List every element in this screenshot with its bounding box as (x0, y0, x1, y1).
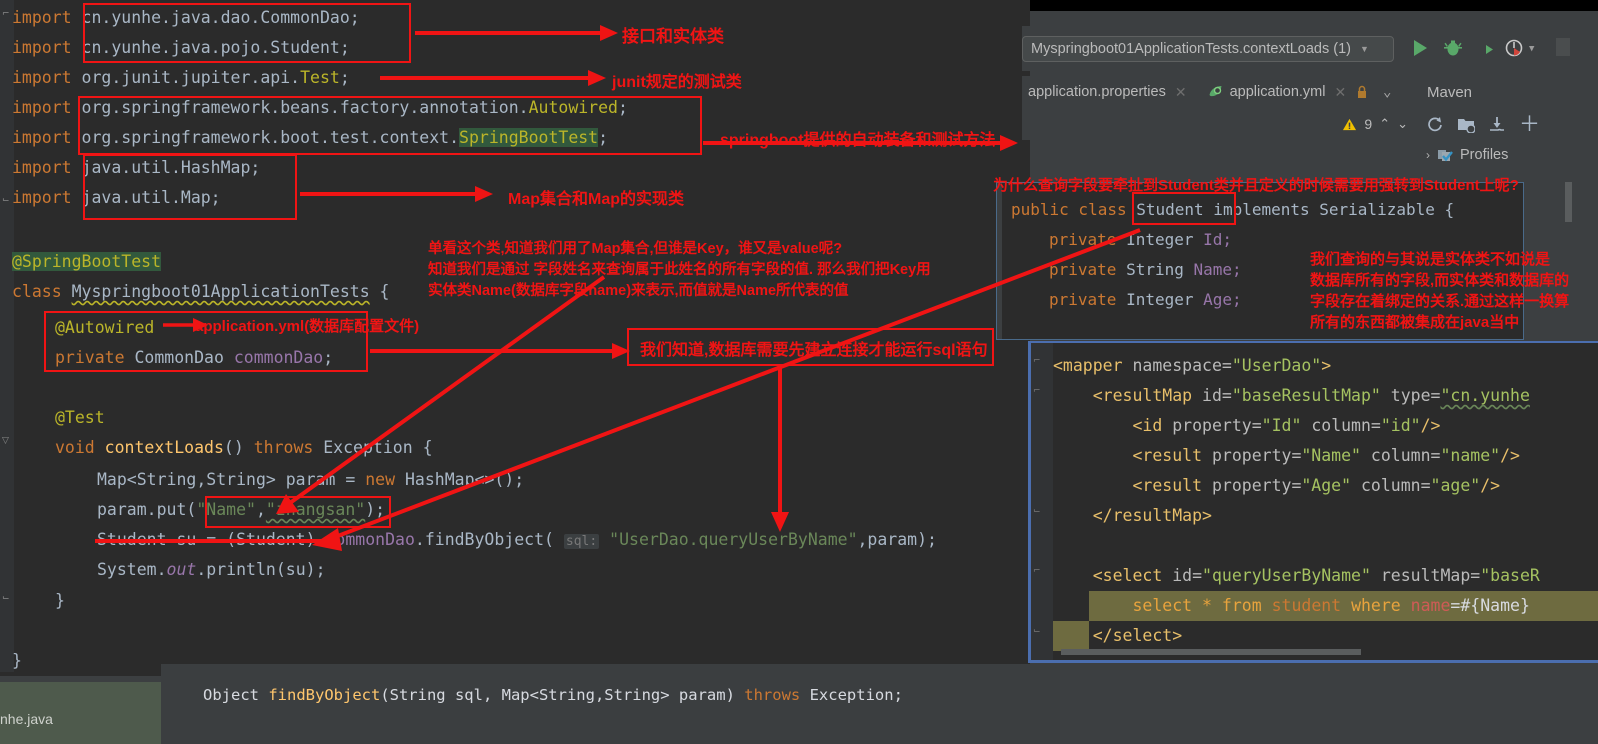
profiles-label: Profiles (1460, 147, 1509, 163)
editor-warning-bar: 9 ⌃ ⌄ (1022, 108, 1416, 140)
profiles-icon (1438, 150, 1453, 162)
status-file-panel: nhe.java (0, 676, 165, 744)
tooltip-signature: Object findByObject(String sql, Map<Stri… (203, 686, 903, 704)
mapper-horizontal-scrollbar[interactable] (1061, 649, 1361, 655)
fold-arrow-select[interactable]: ⌐ (1033, 567, 1042, 576)
mapper-xml-editor[interactable]: ⌐ ⌐ ⌙ ⌐ ⌙ <mapper namespace="UserDao"> <… (1028, 341, 1598, 663)
import-line-4: import org.springframework.boot.test.con… (12, 128, 609, 147)
tab-application-yml[interactable]: application.yml ✕ (1201, 76, 1353, 108)
fold-arrow-resultmap-end[interactable]: ⌙ (1033, 507, 1042, 516)
reload-all-maven-projects-icon[interactable] (1426, 115, 1444, 133)
annotation-autowired: @Autowired (55, 318, 155, 337)
close-icon[interactable]: ✕ (1335, 84, 1347, 101)
fold-arrow-imports-end[interactable]: ⌙ (2, 196, 11, 205)
run-with-coverage-button[interactable] (1473, 36, 1497, 60)
method-close-brace: } (55, 591, 65, 610)
mapper-line-1: <resultMap id="baseResultMap" type="cn.y… (1092, 386, 1530, 405)
map-declaration-line: Map<String,String> param = new HashMap<>… (97, 470, 525, 489)
import-line-1: import cn.yunhe.java.pojo.Student; (12, 38, 350, 57)
maven-title-label: Maven (1427, 83, 1473, 101)
mapper-line-2: <id property="Id" column="id"/> (1132, 416, 1441, 435)
class-declaration-line: class Myspringboot01ApplicationTests { (12, 282, 390, 301)
method-signature-tooltip: Object findByObject(String sql, Map<Stri… (161, 664, 1060, 744)
maven-profiles-row[interactable]: › Profiles (1416, 140, 1598, 170)
run-configuration-selector[interactable]: Myspringboot01ApplicationTests.contextLo… (1022, 36, 1394, 62)
maven-toolbar: ＋ (1416, 108, 1598, 140)
panel-divider (0, 676, 165, 682)
annotation-test: @Test (55, 408, 105, 427)
add-maven-project-icon[interactable] (1457, 115, 1475, 133)
tab-overflow-chevron-down-icon[interactable]: ⌄ (1383, 84, 1391, 100)
import-line-2: import org.junit.jupiter.api.Test; (12, 68, 350, 87)
import-line-0: import cn.yunhe.java.dao.CommonDao; (12, 8, 360, 27)
more-toolbar-button[interactable] (1556, 38, 1570, 56)
student-field-name: private String Name; (1049, 260, 1242, 279)
download-sources-icon[interactable] (1488, 115, 1506, 133)
expander-chevron-right-icon[interactable]: › (1426, 148, 1430, 162)
findbyobject-call-line: Student su = (Student) commonDao.findByO… (97, 530, 937, 549)
mapper-line-8: select * from student where name=#{Name} (1132, 596, 1530, 615)
run-configuration-label: Myspringboot01ApplicationTests.contextLo… (1031, 41, 1351, 57)
profiler-button[interactable] (1503, 36, 1527, 60)
student-field-id: private Integer Id; (1049, 230, 1233, 249)
previous-warning-icon[interactable]: ⌃ (1379, 116, 1390, 132)
maven-tool-window-title: Maven (1416, 76, 1598, 108)
mapper-line-0: <mapper namespace="UserDao"> (1053, 356, 1332, 375)
profiler-chevron-down-icon[interactable]: ▼ (1529, 44, 1534, 54)
annotation-springboottest: @SpringBootTest (12, 252, 162, 271)
lock-icon[interactable] (1355, 84, 1369, 100)
warning-triangle-icon (1343, 118, 1357, 130)
fold-arrow-select-end[interactable]: ⌙ (1033, 627, 1042, 636)
mapper-line-3: <result property="Name" column="name"/> (1132, 446, 1520, 465)
top-black-strip (1030, 0, 1598, 11)
debug-button[interactable] (1441, 36, 1465, 60)
close-icon[interactable]: ✕ (1175, 84, 1187, 101)
java-editor-pane[interactable]: ⌐ ⌙ ▽ ⌙ import cn.yunhe.java.dao.CommonD… (0, 0, 1030, 672)
mapper-line-5: </resultMap> (1092, 506, 1212, 525)
student-field-age: private Integer Age; (1049, 290, 1242, 309)
student-class-popup: public class Student implements Serializ… (996, 182, 1524, 340)
method-signature-line: void contextLoads() throws Exception { (55, 438, 433, 457)
fold-arrow-method[interactable]: ▽ (2, 437, 11, 446)
mapper-line-4: <result property="Age" column="age"/> (1132, 476, 1501, 495)
field-commondao-line: private CommonDao commonDao; (55, 348, 334, 367)
import-line-5: import java.util.HashMap; (12, 158, 261, 177)
next-warning-icon[interactable]: ⌄ (1397, 116, 1408, 132)
tab-application-properties[interactable]: application.properties ✕ (1022, 76, 1193, 108)
warning-count: 9 (1364, 116, 1373, 132)
import-line-3: import org.springframework.beans.factory… (12, 98, 628, 117)
tab-label: application.yml (1229, 84, 1326, 100)
chevron-down-icon[interactable]: ▼ (1360, 44, 1369, 54)
import-line-6: import java.util.Map; (12, 188, 221, 207)
add-icon[interactable]: ＋ (1519, 114, 1540, 135)
println-line: System.out.println(su); (97, 560, 326, 579)
mapper-line-7: <select id="queryUserByName" resultMap="… (1092, 566, 1540, 585)
fold-arrow-method-end[interactable]: ⌙ (2, 594, 11, 603)
status-file-label: nhe.java (0, 711, 53, 727)
popup-gutter (997, 183, 1002, 339)
mapper-gutter[interactable]: ⌐ ⌐ ⌙ ⌐ ⌙ (1031, 343, 1053, 660)
param-put-line: param.put("Name","zhangsan"); (97, 500, 386, 519)
yaml-leaf-icon (1209, 86, 1222, 97)
mapper-line-9: </select> (1092, 626, 1183, 645)
fold-arrow-mapper[interactable]: ⌐ (1033, 357, 1042, 366)
run-button[interactable] (1408, 36, 1432, 60)
vertical-scrollbar-thumb[interactable] (1565, 182, 1572, 222)
ide-window: ⌐ ⌙ ▽ ⌙ import cn.yunhe.java.dao.CommonD… (0, 0, 1598, 744)
fold-arrow-resultmap[interactable]: ⌐ (1033, 387, 1042, 396)
class-close-brace: } (12, 651, 22, 670)
student-class-declaration: public class Student implements Serializ… (1011, 200, 1455, 219)
fold-arrow-imports[interactable]: ⌐ (2, 10, 11, 19)
tab-label: application.properties (1028, 84, 1166, 100)
parameter-hint-sql: sql: (563, 534, 600, 549)
